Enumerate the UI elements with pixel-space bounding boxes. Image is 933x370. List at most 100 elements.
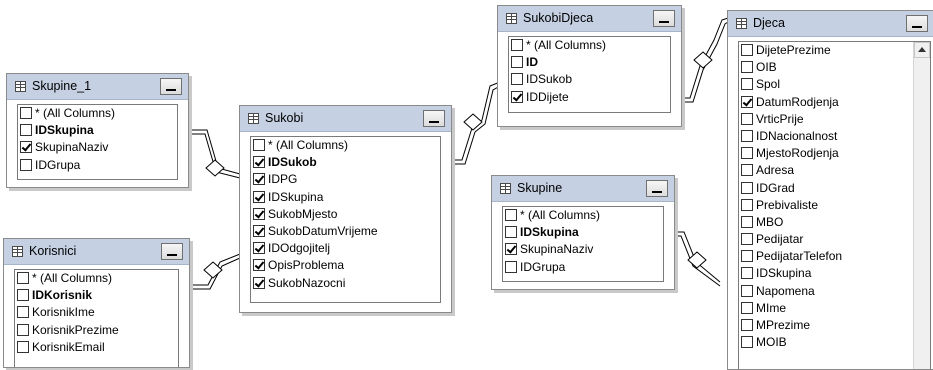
column-checkbox[interactable] xyxy=(741,147,753,160)
vertical-scrollbar[interactable] xyxy=(913,42,930,369)
column-row[interactable]: SukobDatumVrijeme xyxy=(251,223,440,240)
column-row[interactable]: Spol xyxy=(739,76,930,93)
relationship-skupine-djeca[interactable] xyxy=(676,231,721,287)
column-checkbox[interactable] xyxy=(20,107,32,119)
column-row[interactable]: MOIB xyxy=(739,334,930,351)
column-checkbox[interactable] xyxy=(17,340,29,353)
column-row[interactable]: OpisProblema xyxy=(251,257,440,274)
column-row[interactable]: IDSukob xyxy=(509,71,670,88)
column-checkbox[interactable] xyxy=(20,141,32,154)
column-row[interactable]: IDSkupina xyxy=(251,189,440,206)
column-checkbox[interactable] xyxy=(741,250,753,263)
column-row[interactable]: IDPG xyxy=(251,171,440,188)
column-checkbox[interactable] xyxy=(253,139,265,151)
column-checkbox[interactable] xyxy=(741,336,753,349)
column-checkbox[interactable] xyxy=(253,156,265,169)
column-row[interactable]: ID xyxy=(509,54,670,71)
column-row[interactable]: MBO xyxy=(739,214,930,231)
column-row[interactable]: SkupinaNaziv xyxy=(18,139,177,156)
column-row[interactable]: IDSkupina xyxy=(739,265,930,282)
column-checkbox[interactable] xyxy=(20,124,32,137)
table-sukobi[interactable]: Sukobi * (All Columns) IDSukob IDPG IDSkupi… xyxy=(239,105,452,313)
table-title-bar[interactable]: Korisnici xyxy=(4,239,189,265)
column-checkbox[interactable] xyxy=(253,242,265,255)
column-row[interactable]: IDGrupa xyxy=(503,259,663,276)
column-checkbox[interactable] xyxy=(253,276,265,289)
column-row[interactable]: Pedijatar xyxy=(739,231,930,248)
column-checkbox[interactable] xyxy=(511,73,523,86)
column-checkbox[interactable] xyxy=(741,233,753,246)
column-checkbox[interactable] xyxy=(741,164,753,177)
table-title-bar[interactable]: Djeca xyxy=(728,11,933,37)
column-row[interactable]: PedijatarTelefon xyxy=(739,248,930,265)
column-checkbox[interactable] xyxy=(20,158,32,171)
column-row[interactable]: MIme xyxy=(739,300,930,317)
column-row[interactable]: IDGrad xyxy=(739,180,930,197)
column-checkbox[interactable] xyxy=(253,224,265,237)
column-checkbox[interactable] xyxy=(741,61,753,74)
column-checkbox[interactable] xyxy=(741,44,753,56)
column-checkbox[interactable] xyxy=(511,39,523,51)
column-checkbox[interactable] xyxy=(741,78,753,91)
scroll-up-arrow-icon[interactable] xyxy=(914,42,930,58)
column-checkbox[interactable] xyxy=(505,209,517,221)
table-sukobidjeca[interactable]: SukobiDjeca * (All Columns) ID IDSukob IDDi… xyxy=(497,5,682,127)
column-checkbox[interactable] xyxy=(741,129,753,142)
table-title-bar[interactable]: Skupine_1 xyxy=(7,74,188,100)
column-checkbox[interactable] xyxy=(741,284,753,297)
table-skupine[interactable]: Skupine * (All Columns) IDSkupina SkupinaN… xyxy=(491,175,675,290)
relationship-sukobi-sukobidjeca[interactable] xyxy=(452,81,501,165)
column-row[interactable]: IDGrupa xyxy=(18,157,177,174)
table-title-bar[interactable]: Skupine xyxy=(492,176,674,202)
relationship-skupine1-sukobi[interactable] xyxy=(190,129,241,179)
column-row[interactable]: * (All Columns) xyxy=(18,105,177,122)
minimize-button[interactable] xyxy=(653,10,675,27)
column-checkbox[interactable] xyxy=(17,272,29,284)
column-row[interactable]: DijetePrezime xyxy=(739,42,930,59)
minimize-button[interactable] xyxy=(646,180,668,197)
minimize-button[interactable] xyxy=(423,110,445,127)
column-checkbox[interactable] xyxy=(741,215,753,228)
column-row[interactable]: IDSkupina xyxy=(18,122,177,139)
column-row[interactable]: * (All Columns) xyxy=(251,137,440,154)
column-row[interactable]: IDNacionalnost xyxy=(739,128,930,145)
minimize-button[interactable] xyxy=(906,15,928,32)
relationship-sukobidjeca-djeca[interactable] xyxy=(682,17,729,103)
column-row[interactable]: IDSukob xyxy=(251,154,440,171)
column-checkbox[interactable] xyxy=(17,306,29,319)
column-checkbox[interactable] xyxy=(505,226,517,239)
column-row[interactable]: IDSkupina xyxy=(503,224,663,241)
column-row[interactable]: OIB xyxy=(739,59,930,76)
table-djeca[interactable]: Djeca DijetePrezime OIB Spol DatumRodjenja V… xyxy=(727,10,933,370)
column-row[interactable]: KorisnikEmail xyxy=(15,339,178,356)
table-title-bar[interactable]: SukobiDjeca xyxy=(498,6,681,32)
column-checkbox[interactable] xyxy=(505,260,517,273)
column-checkbox[interactable] xyxy=(253,207,265,220)
column-row[interactable]: * (All Columns) xyxy=(15,270,178,287)
column-row[interactable]: KorisnikIme xyxy=(15,304,178,321)
column-row[interactable]: VrticPrije xyxy=(739,111,930,128)
column-row[interactable]: IDDijete xyxy=(509,89,670,106)
column-row[interactable]: Napomena xyxy=(739,283,930,300)
column-row[interactable]: * (All Columns) xyxy=(509,37,670,54)
table-korisnici[interactable]: Korisnici * (All Columns) IDKorisnik Koris… xyxy=(3,238,190,368)
column-checkbox[interactable] xyxy=(741,319,753,331)
column-row[interactable]: IDKorisnik xyxy=(15,287,178,304)
column-row[interactable]: IDOdgojitelj xyxy=(251,240,440,257)
column-row[interactable]: Adresa xyxy=(739,162,930,179)
table-title-bar[interactable]: Sukobi xyxy=(240,106,451,132)
column-checkbox[interactable] xyxy=(253,259,265,272)
column-checkbox[interactable] xyxy=(741,198,753,211)
column-checkbox[interactable] xyxy=(741,267,753,280)
column-checkbox[interactable] xyxy=(741,181,753,194)
column-row[interactable]: MjestoRodjenja xyxy=(739,145,930,162)
minimize-button[interactable] xyxy=(160,78,182,95)
minimize-button[interactable] xyxy=(161,243,183,260)
column-checkbox[interactable] xyxy=(17,289,29,302)
column-checkbox[interactable] xyxy=(741,95,753,108)
column-row[interactable]: SkupinaNaziv xyxy=(503,241,663,258)
column-row[interactable]: KorisnikPrezime xyxy=(15,322,178,339)
column-row[interactable]: Prebivaliste xyxy=(739,197,930,214)
column-row[interactable]: DatumRodjenja xyxy=(739,94,930,111)
column-row[interactable]: MPrezime xyxy=(739,317,930,334)
